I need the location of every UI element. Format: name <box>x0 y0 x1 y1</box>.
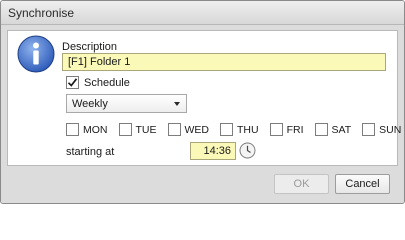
day-sun-checkbox[interactable] <box>362 123 376 136</box>
day-tue-label: TUE <box>135 123 157 136</box>
start-time-field[interactable]: 14:36 <box>190 142 236 160</box>
schedule-label: Schedule <box>84 76 130 89</box>
starting-at-label: starting at <box>66 146 115 158</box>
day-tue-checkbox[interactable] <box>118 123 132 136</box>
day-mon-label: MON <box>83 123 108 136</box>
day-sun-label: SUN <box>379 123 402 136</box>
schedule-toggle[interactable]: Schedule <box>66 76 130 89</box>
day-sat-label: SAT <box>331 123 352 136</box>
description-label: Description <box>62 41 118 53</box>
dialog-title: Synchronise <box>8 6 75 20</box>
day-wed-label: WED <box>184 123 210 136</box>
dialog-footer: OK Cancel <box>1 169 404 203</box>
day-sun[interactable]: SUN <box>362 123 404 136</box>
day-fri-checkbox[interactable] <box>269 123 283 136</box>
frequency-selected-value: Weekly <box>72 97 108 110</box>
day-fri[interactable]: FRI <box>269 123 315 136</box>
day-thu[interactable]: THU <box>220 123 270 136</box>
cancel-button[interactable]: Cancel <box>335 174 390 194</box>
day-mon-checkbox[interactable] <box>66 123 79 136</box>
info-icon <box>17 35 55 73</box>
day-mon[interactable]: MON <box>66 123 119 136</box>
day-wed-checkbox[interactable] <box>167 123 181 136</box>
frequency-dropdown[interactable]: Weekly <box>66 94 187 113</box>
weekday-checkboxes: MON TUE WED THU FRI SAT SUN <box>66 123 404 136</box>
day-sat[interactable]: SAT <box>314 123 363 136</box>
content-panel: Description Schedule Weekly MON TUE <box>7 30 401 166</box>
ok-button[interactable]: OK <box>274 174 329 194</box>
check-icon <box>67 78 78 87</box>
day-wed[interactable]: WED <box>167 123 221 136</box>
day-thu-checkbox[interactable] <box>220 123 233 136</box>
day-sat-checkbox[interactable] <box>314 123 328 136</box>
schedule-checkbox[interactable] <box>66 76 79 89</box>
chevron-down-icon <box>174 102 180 106</box>
day-tue[interactable]: TUE <box>118 123 168 136</box>
synchronise-dialog: Synchronise Description Schedule <box>0 0 405 204</box>
title-bar[interactable]: Synchronise <box>1 1 404 25</box>
description-field[interactable] <box>62 53 386 71</box>
day-thu-label: THU <box>237 123 259 136</box>
day-fri-label: FRI <box>286 123 304 136</box>
clock-icon[interactable] <box>239 142 256 159</box>
